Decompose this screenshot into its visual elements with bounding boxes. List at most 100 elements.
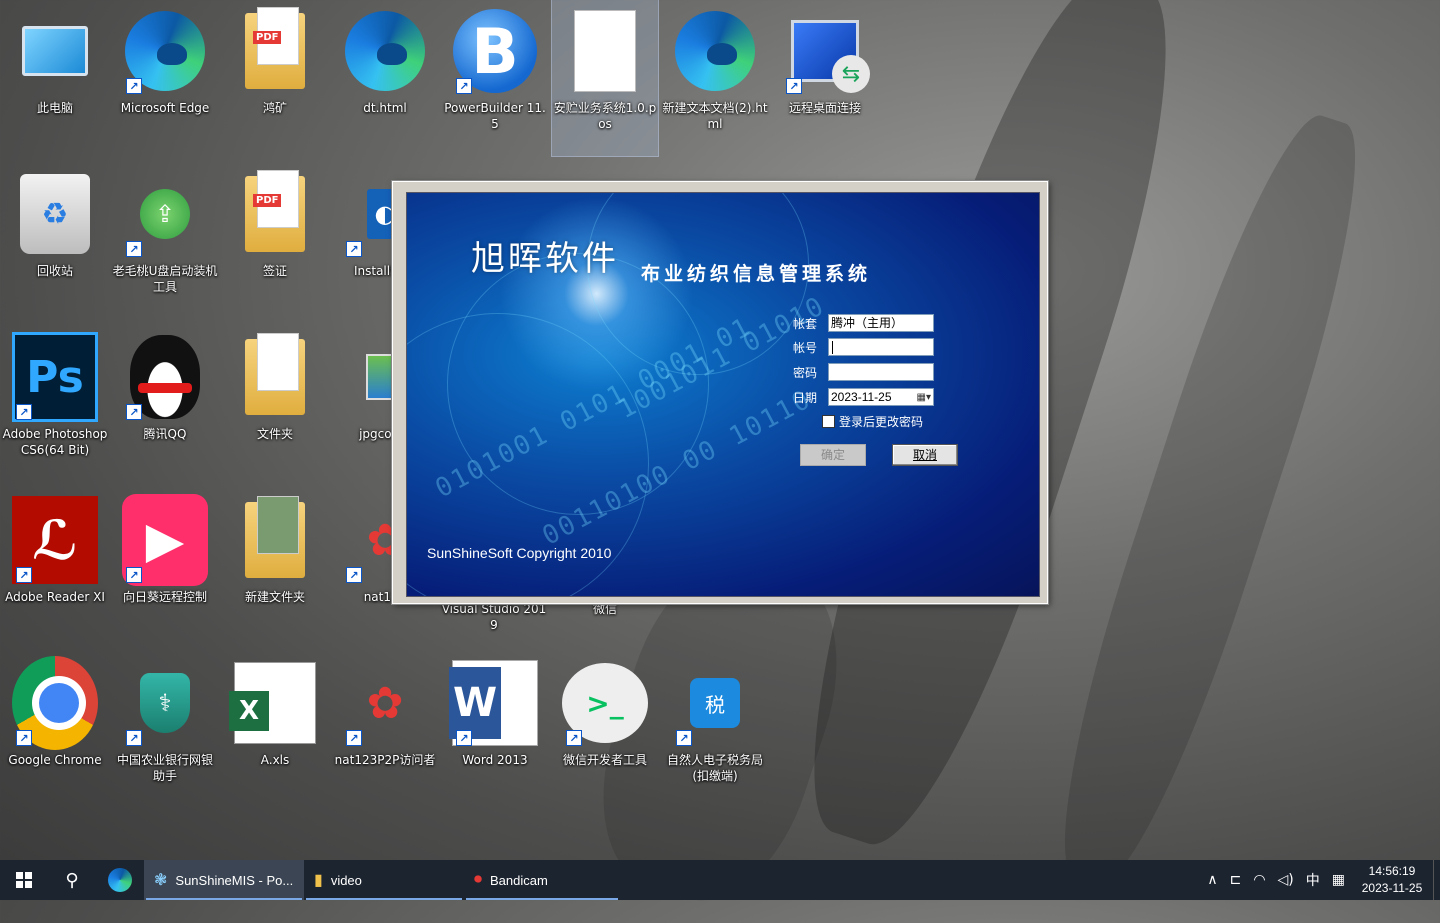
bank-shield-icon: ⚕ bbox=[140, 673, 190, 733]
desktop-icon-abc-bank[interactable]: ⚕ ↗ 中国农业银行网银助手 bbox=[112, 652, 218, 808]
search-icon: ⚲ bbox=[65, 869, 79, 891]
desktop-icon-sunlogin[interactable]: ▶ ↗ 向日葵远程控制 bbox=[112, 489, 218, 645]
taskbar-edge-button[interactable] bbox=[96, 860, 144, 900]
butterfly-icon: ✿ bbox=[366, 677, 404, 729]
cancel-button[interactable]: 取消 bbox=[892, 444, 958, 466]
clock-time: 14:56:19 bbox=[1368, 864, 1416, 878]
date-label: 日期 bbox=[792, 391, 817, 405]
desktop-icon-adobe-reader[interactable]: ℒ ↗ Adobe Reader XI bbox=[2, 489, 108, 645]
desktop-icon-tax-bureau[interactable]: 税 ↗ 自然人电子税务局(扣缴端) bbox=[662, 652, 768, 808]
taskbar-app-label: video bbox=[330, 872, 362, 888]
excel-icon: X bbox=[229, 662, 316, 744]
system-subtitle: 布业纺织信息管理系统 bbox=[641, 263, 872, 285]
shortcut-arrow-icon: ↗ bbox=[126, 567, 142, 583]
folder-icon bbox=[245, 496, 305, 578]
taskbar-app-label: SunShineMIS - Po... bbox=[175, 872, 294, 888]
calendar-dropdown-icon[interactable]: ▦▾ bbox=[909, 390, 931, 404]
ok-button[interactable]: 确定 bbox=[800, 444, 866, 466]
edge-icon bbox=[675, 11, 755, 91]
account-label: 帐号 bbox=[792, 341, 817, 355]
network-device-icon[interactable]: ⊏ bbox=[1230, 872, 1242, 888]
shortcut-arrow-icon: ↗ bbox=[346, 241, 362, 257]
desktop-icon-wechat-devtools[interactable]: >_ ↗ 微信开发者工具 bbox=[552, 652, 658, 808]
show-desktop-button[interactable] bbox=[1433, 860, 1440, 900]
folder-icon: PDF bbox=[245, 170, 305, 252]
password-input[interactable] bbox=[828, 363, 934, 381]
edge-icon bbox=[108, 868, 132, 892]
sunshinemis-icon: ❃ bbox=[154, 872, 168, 889]
copyright-text: SunShineSoft Copyright 2010 bbox=[427, 545, 612, 561]
desktop-icon-new-folder[interactable]: 新建文件夹 bbox=[222, 489, 328, 645]
shortcut-arrow-icon: ↗ bbox=[786, 78, 802, 94]
shortcut-arrow-icon: ↗ bbox=[126, 78, 142, 94]
remote-desktop-icon bbox=[791, 20, 870, 93]
tax-icon: 税 bbox=[690, 678, 740, 728]
desktop-icon-visual-studio-label[interactable]: Visual Studio 2019 bbox=[441, 601, 547, 633]
shortcut-arrow-icon: ↗ bbox=[16, 730, 32, 746]
desktop-icon-new-text-html[interactable]: 新建文本文档(2).html bbox=[662, 0, 768, 156]
wifi-icon[interactable]: ◠ bbox=[1253, 872, 1265, 888]
chevron-up-icon[interactable]: ∧ bbox=[1207, 872, 1217, 888]
clock[interactable]: 14:56:19 2023-11-25 bbox=[1351, 863, 1433, 897]
keyboard-layout-icon[interactable]: ▦ bbox=[1332, 872, 1345, 888]
desktop-icon-edge[interactable]: ↗ Microsoft Edge bbox=[112, 0, 218, 156]
desktop-icon-folder-visa[interactable]: PDF 签证 bbox=[222, 163, 328, 319]
account-input[interactable] bbox=[828, 338, 934, 356]
search-button[interactable]: ⚲ bbox=[48, 860, 96, 900]
date-value: 2023-11-25 bbox=[831, 390, 892, 404]
record-icon: ⏺ bbox=[474, 871, 483, 888]
change-password-label[interactable]: 登录后更改密码 bbox=[839, 413, 923, 430]
password-label: 密码 bbox=[792, 366, 817, 380]
shortcut-arrow-icon: ↗ bbox=[566, 730, 582, 746]
clock-date: 2023-11-25 bbox=[1361, 881, 1423, 895]
shortcut-arrow-icon: ↗ bbox=[126, 241, 142, 257]
volume-icon[interactable]: ◁) bbox=[1278, 872, 1294, 888]
computer-icon bbox=[22, 26, 88, 76]
shortcut-arrow-icon: ↗ bbox=[456, 78, 472, 94]
account-set-select[interactable]: 腾冲（主用） bbox=[828, 314, 934, 332]
desktop-icon-laomaotao[interactable]: ⇪ ↗ 老毛桃U盘启动装机工具 bbox=[112, 163, 218, 319]
desktop-icon-word[interactable]: W ↗ Word 2013 bbox=[442, 652, 548, 808]
desktop-icon-a-xls[interactable]: X A.xls bbox=[222, 652, 328, 808]
date-picker[interactable]: 2023-11-25 ▦▾ bbox=[828, 388, 934, 406]
desktop-icon-chrome[interactable]: ↗ Google Chrome bbox=[2, 652, 108, 808]
blank-file-icon bbox=[574, 10, 636, 92]
desktop-icon-qq[interactable]: ↗ 腾讯QQ bbox=[112, 326, 218, 482]
desktop-icon-folder-hongkuang[interactable]: PDF 鸿矿 bbox=[222, 0, 328, 156]
login-window: 0101001 0101 0001 01 00110100 00 10110 1… bbox=[392, 181, 1048, 604]
edge-icon bbox=[345, 11, 425, 91]
account-set-label: 帐套 bbox=[792, 317, 817, 331]
desktop-icon-dt-html[interactable]: dt.html bbox=[332, 0, 438, 156]
taskbar-app-label: Bandicam bbox=[490, 872, 548, 888]
shortcut-arrow-icon: ↗ bbox=[16, 404, 32, 420]
shortcut-arrow-icon: ↗ bbox=[346, 567, 362, 583]
desktop-icon-photoshop[interactable]: Ps ↗ Adobe Photoshop CS6(64 Bit) bbox=[2, 326, 108, 482]
recycle-bin-icon: ♻ bbox=[20, 174, 90, 254]
desktop-icon-folder[interactable]: 文件夹 bbox=[222, 326, 328, 482]
taskbar-app-bandicam[interactable]: ⏺ Bandicam bbox=[464, 860, 620, 900]
desktop-icon-recycle-bin[interactable]: ♻ 回收站 bbox=[2, 163, 108, 319]
shortcut-arrow-icon: ↗ bbox=[16, 567, 32, 583]
shortcut-arrow-icon: ↗ bbox=[346, 730, 362, 746]
login-banner: 0101001 0101 0001 01 00110100 00 10110 1… bbox=[406, 192, 1040, 597]
usb-tool-icon: ⇪ bbox=[140, 189, 190, 239]
folder-icon: PDF bbox=[245, 7, 305, 89]
windows-logo-icon bbox=[16, 872, 32, 888]
shortcut-arrow-icon: ↗ bbox=[456, 730, 472, 746]
start-button[interactable] bbox=[0, 860, 48, 900]
ime-indicator[interactable]: 中 bbox=[1306, 870, 1320, 890]
desktop-icon-powerbuilder[interactable]: B ↗ PowerBuilder 11.5 bbox=[442, 0, 548, 156]
desktop-icon-nat123-p2p[interactable]: ✿ ↗ nat123P2P访问者 bbox=[332, 652, 438, 808]
change-password-checkbox[interactable] bbox=[822, 415, 835, 428]
taskbar: ⚲ ❃ SunShineMIS - Po... ▮ video ⏺ Bandic… bbox=[0, 860, 1440, 900]
desktop-icon-pos-file[interactable]: 安贮业务系统1.0.pos bbox=[551, 0, 659, 157]
shortcut-arrow-icon: ↗ bbox=[126, 404, 142, 420]
desktop-icon-this-pc[interactable]: 此电脑 bbox=[2, 0, 108, 156]
shortcut-arrow-icon: ↗ bbox=[126, 730, 142, 746]
taskbar-app-sunshinemis[interactable]: ❃ SunShineMIS - Po... bbox=[144, 860, 304, 900]
taskbar-app-video[interactable]: ▮ video bbox=[304, 860, 464, 900]
folder-icon: ▮ bbox=[314, 872, 323, 889]
desktop-icon-remote-desktop[interactable]: ↗ 远程桌面连接 bbox=[772, 0, 878, 156]
cancel-button-label: 取消 bbox=[912, 448, 937, 462]
shortcut-arrow-icon: ↗ bbox=[676, 730, 692, 746]
